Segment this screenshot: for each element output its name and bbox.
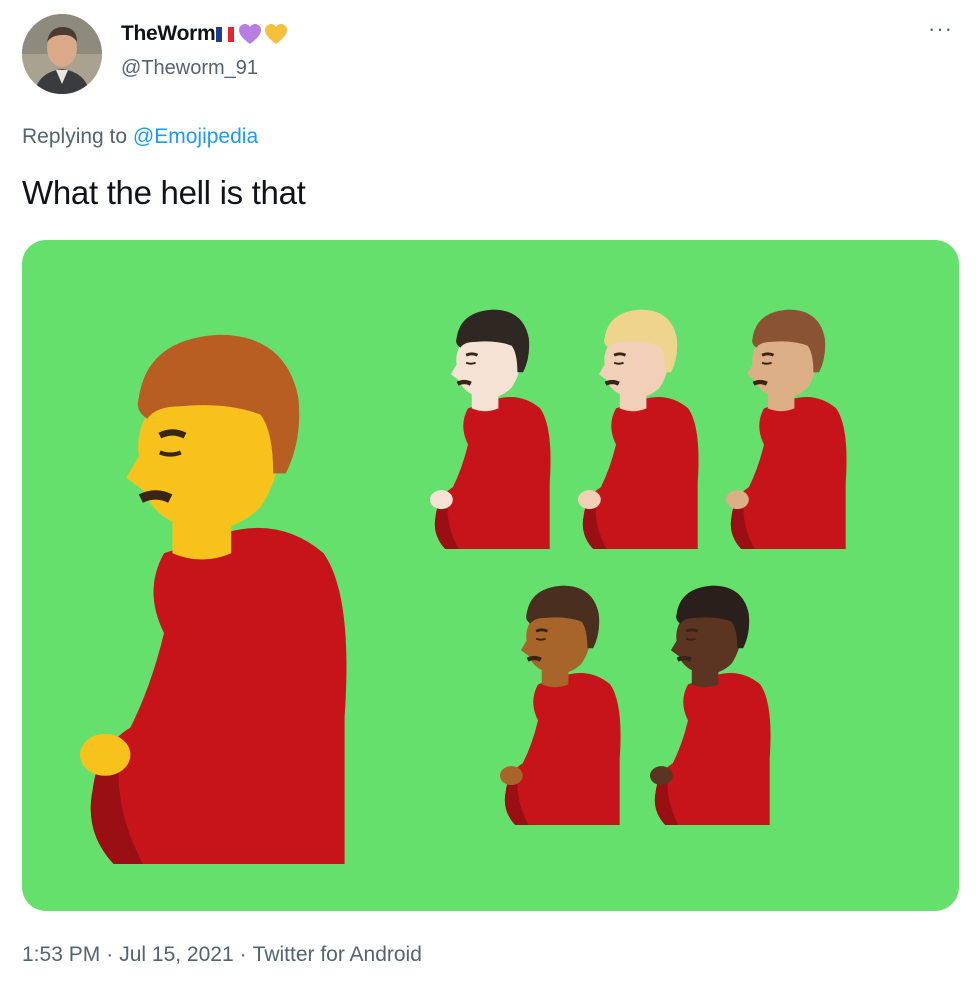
- more-options-icon[interactable]: ···: [928, 16, 953, 42]
- display-name[interactable]: TheWorm: [121, 22, 288, 46]
- replying-to-link[interactable]: @Emojipedia: [133, 125, 258, 148]
- separator: ·: [106, 943, 114, 966]
- pregnant-man-medium-dark-figure: [500, 585, 621, 825]
- tweet-source[interactable]: Twitter for Android: [253, 943, 422, 966]
- pregnant-man-medium-figure: [726, 309, 847, 549]
- tweet-date[interactable]: Jul 15, 2021: [119, 943, 233, 966]
- tweet-metadata: 1:53 PM · Jul 15, 2021 · Twitter for Android: [22, 943, 422, 967]
- yellow-heart-icon: [265, 24, 288, 44]
- french-flag-icon: [216, 26, 235, 42]
- pregnant-man-light-figure: [430, 309, 551, 549]
- pregnant-man-default-figure: [80, 334, 347, 864]
- pregnant-man-emoji-set-image: [80, 309, 847, 864]
- pregnant-man-dark-figure: [650, 585, 771, 825]
- user-handle[interactable]: @Theworm_91: [121, 57, 258, 80]
- replying-to: Replying to @Emojipedia: [22, 125, 258, 149]
- purple-heart-icon: [239, 24, 262, 44]
- tweet-time[interactable]: 1:53 PM: [22, 943, 100, 966]
- avatar[interactable]: [22, 14, 102, 94]
- display-name-text: TheWorm: [121, 22, 216, 45]
- tweet-text: What the hell is that: [22, 174, 306, 211]
- tweet-media-image[interactable]: [22, 240, 959, 911]
- separator: ·: [239, 943, 247, 966]
- replying-prefix: Replying to: [22, 125, 128, 148]
- pregnant-man-medium-light-figure: [578, 309, 699, 549]
